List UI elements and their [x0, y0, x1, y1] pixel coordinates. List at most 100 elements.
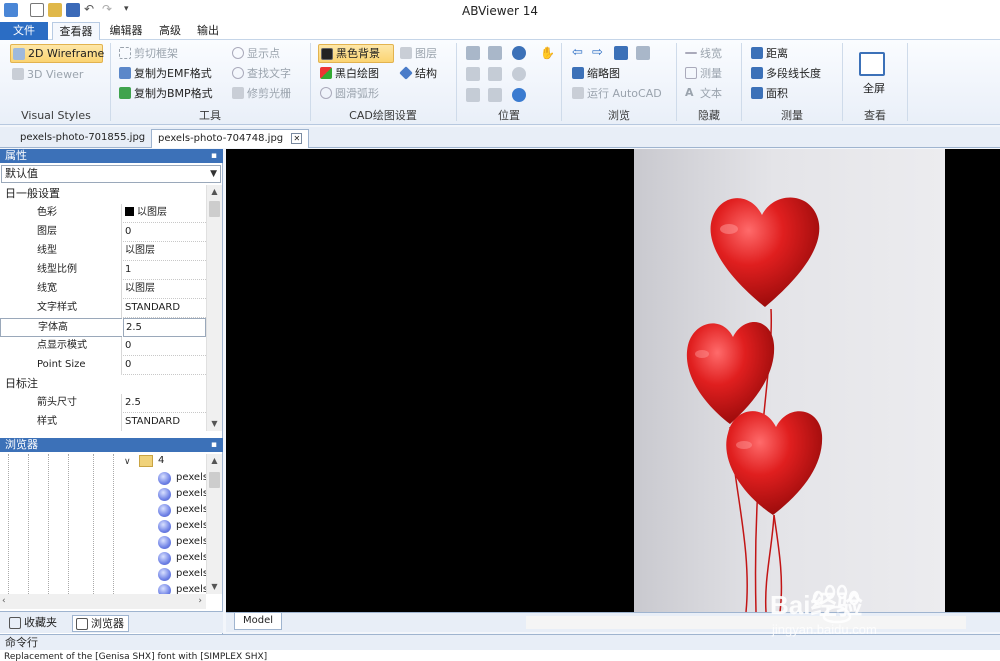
- trim-raster-button[interactable]: 修剪光栅: [230, 84, 291, 103]
- zoom-extents-icon[interactable]: [488, 46, 502, 60]
- pin-icon[interactable]: ▪: [211, 438, 217, 452]
- scroll-right-icon[interactable]: ›: [198, 594, 202, 609]
- balloon-heart-top: [710, 197, 820, 307]
- tab-favorites[interactable]: 收藏夹: [6, 615, 61, 632]
- layers-button[interactable]: 图层: [398, 44, 437, 63]
- scroll-down-icon[interactable]: ▼: [207, 580, 222, 594]
- scroll-up-icon[interactable]: ▲: [207, 185, 222, 199]
- edit-view-icon[interactable]: [614, 46, 628, 60]
- line-width-button[interactable]: 线宽: [683, 44, 722, 63]
- property-row-style[interactable]: 样式 STANDARD: [0, 413, 206, 431]
- scroll-left-icon[interactable]: ‹: [2, 594, 6, 609]
- tab-browser[interactable]: 浏览器: [72, 615, 129, 632]
- list-item[interactable]: pexels: [158, 502, 206, 518]
- 3d-viewer-button[interactable]: 3D Viewer: [10, 65, 103, 84]
- property-row-line-width[interactable]: 线宽 以图层: [0, 280, 206, 299]
- polyline-length-button[interactable]: 多段线长度: [749, 64, 821, 83]
- zoom-previous-icon[interactable]: [466, 67, 480, 81]
- doc-tab-704748[interactable]: pexels-photo-704748.jpg ✕: [151, 129, 310, 148]
- refresh-view-icon[interactable]: [636, 46, 650, 60]
- property-value[interactable]: 以图层: [123, 280, 206, 299]
- close-tab-icon[interactable]: ✕: [291, 132, 303, 144]
- pin-icon[interactable]: ▪: [211, 149, 217, 163]
- properties-dropdown[interactable]: 默认值 ▼: [1, 165, 221, 183]
- tab-viewer[interactable]: 查看器: [52, 22, 100, 41]
- property-value[interactable]: 1: [123, 261, 206, 280]
- property-value[interactable]: STANDARD: [123, 299, 206, 318]
- property-value[interactable]: 2.5: [123, 394, 206, 413]
- property-value[interactable]: 0: [123, 337, 206, 356]
- list-item[interactable]: pexels: [158, 566, 206, 582]
- show-points-button[interactable]: 显示点: [230, 44, 280, 63]
- list-item[interactable]: pexels: [158, 470, 206, 486]
- drawing-canvas[interactable]: [226, 149, 1000, 612]
- pan-hand-icon[interactable]: ✋: [540, 46, 555, 60]
- property-row-linetype[interactable]: 线型 以图层: [0, 242, 206, 261]
- 2d-wireframe-button[interactable]: 2D Wireframe: [10, 44, 104, 63]
- doc-tab-701855[interactable]: pexels-photo-701855.jpg: [14, 129, 151, 148]
- copy-emf-button[interactable]: 复制为EMF格式: [117, 64, 212, 83]
- black-background-button[interactable]: 黑色背景: [318, 44, 394, 63]
- property-name: 线型: [0, 242, 122, 261]
- property-row-arrow-size[interactable]: 箭头尺寸 2.5: [0, 394, 206, 413]
- property-row-font-height[interactable]: 字体高 2.5: [0, 318, 206, 337]
- smooth-arc-button[interactable]: 圆滑弧形: [318, 84, 379, 103]
- fullscreen-button[interactable]: 全屏: [850, 48, 898, 104]
- find-text-button[interactable]: 查找文字: [230, 64, 291, 83]
- browser-horizontal-scrollbar[interactable]: ‹ ›: [0, 594, 206, 609]
- hide-measure-button[interactable]: 测量: [683, 64, 722, 83]
- property-row-color[interactable]: 色彩 以图层: [0, 204, 206, 223]
- hide-measure-label: 测量: [700, 67, 722, 80]
- hide-text-button[interactable]: A 文本: [683, 84, 722, 103]
- property-row-layer[interactable]: 图层 0: [0, 223, 206, 242]
- folder-label[interactable]: 4: [158, 454, 164, 468]
- tab-editor[interactable]: 编辑器: [104, 22, 148, 40]
- category-general[interactable]: 日一般设置: [0, 185, 206, 204]
- property-row-linetype-scale[interactable]: 线型比例 1: [0, 261, 206, 280]
- list-item[interactable]: pexels: [158, 486, 206, 502]
- list-item[interactable]: pexels: [158, 582, 206, 594]
- area-button[interactable]: 面积: [749, 84, 788, 103]
- scroll-thumb[interactable]: [209, 472, 220, 488]
- arrow-right-icon[interactable]: ⇨: [592, 46, 606, 60]
- zoom-out-icon[interactable]: [512, 67, 526, 81]
- baidu-logo: Bai经验 jingyan.baidu.com: [770, 584, 877, 637]
- chevron-down-icon[interactable]: ∨: [124, 457, 131, 467]
- tab-file[interactable]: 文件: [0, 22, 48, 40]
- arrow-left-icon[interactable]: ⇦: [572, 46, 586, 60]
- property-value[interactable]: 0: [123, 223, 206, 242]
- properties-scrollbar[interactable]: ▲ ▼: [206, 185, 222, 431]
- list-item[interactable]: pexels: [158, 534, 206, 550]
- clip-frame-button[interactable]: 剪切框架: [117, 44, 178, 63]
- tab-advanced[interactable]: 高级: [154, 22, 186, 40]
- property-value[interactable]: STANDARD: [123, 413, 206, 431]
- zoom-window-icon[interactable]: [466, 46, 480, 60]
- property-row-point-mode[interactable]: 点显示模式 0: [0, 337, 206, 356]
- scroll-thumb[interactable]: [209, 201, 220, 217]
- category-dimension[interactable]: 日标注: [0, 375, 206, 394]
- distance-button[interactable]: 距离: [749, 44, 788, 63]
- tab-output[interactable]: 输出: [192, 22, 224, 40]
- scroll-up-icon[interactable]: ▲: [207, 454, 222, 468]
- orbit-icon[interactable]: [488, 88, 502, 102]
- zoom-fit-icon[interactable]: [488, 67, 502, 81]
- list-item[interactable]: pexels: [158, 550, 206, 566]
- property-value[interactable]: 以图层: [123, 242, 206, 261]
- browser-scrollbar[interactable]: ▲ ▼: [206, 454, 222, 594]
- bw-drawing-button[interactable]: 黑白绘图: [318, 64, 379, 83]
- property-row-text-style[interactable]: 文字样式 STANDARD: [0, 299, 206, 318]
- property-value-cell[interactable]: 以图层: [123, 204, 206, 223]
- run-autocad-button[interactable]: 运行 AutoCAD: [570, 84, 662, 103]
- list-item[interactable]: pexels: [158, 518, 206, 534]
- structure-button[interactable]: 结构: [398, 64, 437, 83]
- globe-view-icon[interactable]: [512, 88, 526, 102]
- property-row-point-size[interactable]: Point Size 0: [0, 356, 206, 375]
- copy-bmp-button[interactable]: 复制为BMP格式: [117, 84, 213, 103]
- zoom-in-icon[interactable]: [512, 46, 526, 60]
- scroll-down-icon[interactable]: ▼: [207, 417, 222, 431]
- rotate-icon[interactable]: [466, 88, 480, 102]
- font-height-input[interactable]: 2.5: [123, 318, 206, 337]
- property-value[interactable]: 0: [123, 356, 206, 375]
- thumbnails-button[interactable]: 缩略图: [570, 64, 620, 83]
- tab-model[interactable]: Model: [234, 613, 283, 630]
